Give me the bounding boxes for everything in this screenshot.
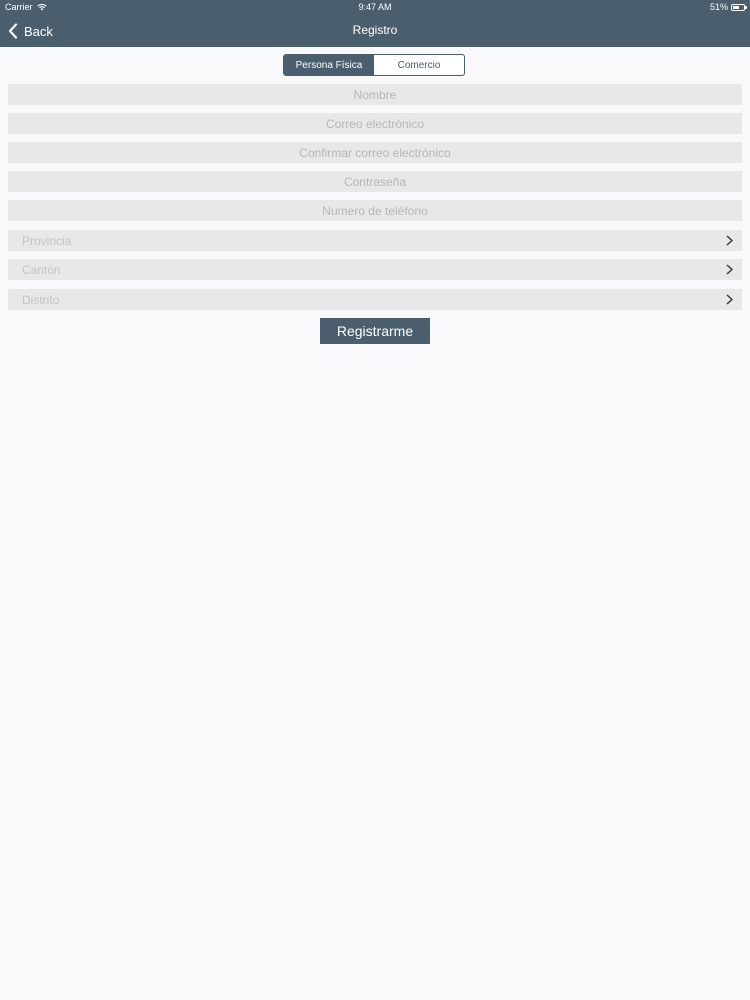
- battery-info: 51%: [709, 2, 747, 12]
- page-title: Registro: [352, 23, 398, 37]
- provincia-label: Provincia: [22, 234, 72, 248]
- register-button[interactable]: Registrarme: [320, 318, 430, 344]
- provincia-picker[interactable]: Provincia: [8, 230, 742, 251]
- account-type-segmented-control: Persona Física Comercio: [283, 54, 465, 76]
- distrito-picker[interactable]: Distrito: [8, 289, 742, 310]
- canton-label: Cantón: [22, 263, 61, 277]
- distrito-label: Distrito: [22, 293, 60, 307]
- status-bar: Carrier 9:47 AM 51%: [0, 0, 750, 14]
- email-field[interactable]: [8, 113, 742, 134]
- name-field[interactable]: [8, 84, 742, 105]
- chevron-right-icon: [726, 264, 733, 275]
- segment-comercio[interactable]: Comercio: [374, 55, 464, 75]
- canton-picker[interactable]: Cantón: [8, 259, 742, 280]
- navigation-bar: Back Registro: [0, 14, 750, 47]
- segment-persona-fisica[interactable]: Persona Física: [284, 55, 374, 75]
- phone-field[interactable]: [8, 200, 742, 221]
- battery-percent: 51%: [709, 2, 728, 12]
- confirm-email-field[interactable]: [8, 142, 742, 163]
- status-time: 9:47 AM: [358, 2, 392, 12]
- chevron-right-icon: [726, 294, 733, 305]
- chevron-right-icon: [726, 235, 733, 246]
- battery-icon: [731, 3, 747, 11]
- password-field[interactable]: [8, 171, 742, 192]
